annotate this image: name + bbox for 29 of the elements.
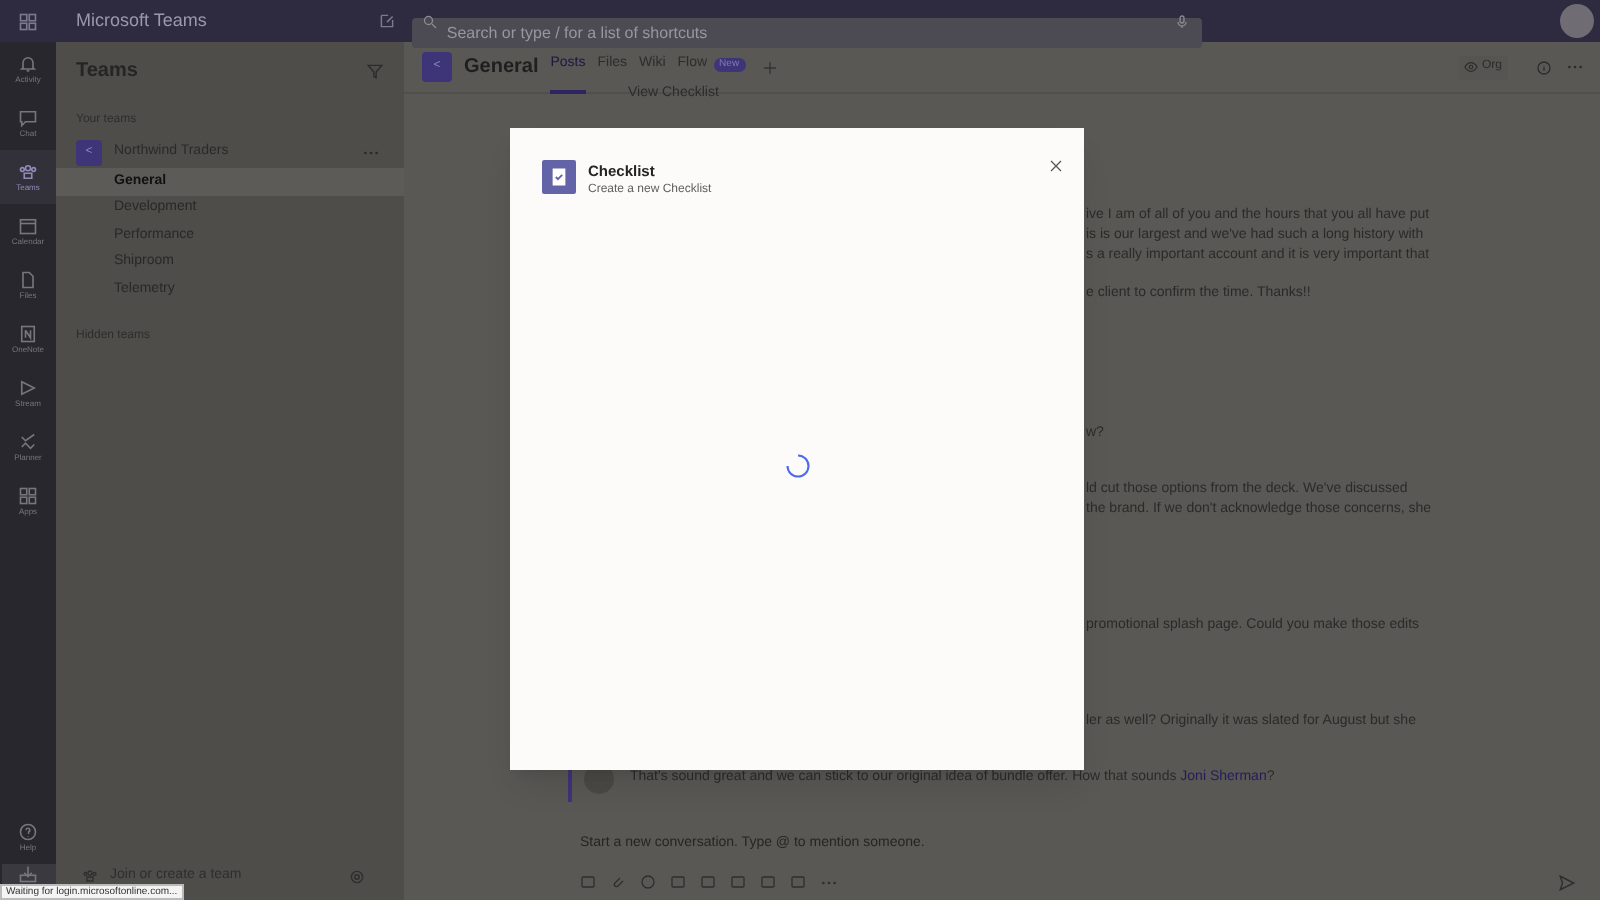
- app-launcher-icon[interactable]: [18, 11, 38, 31]
- download-icon: [18, 864, 38, 884]
- eye-icon: [1463, 60, 1478, 74]
- play-icon: [18, 377, 38, 397]
- chat-icon: [18, 107, 38, 127]
- search-icon: [422, 13, 439, 29]
- microphone-icon: [1174, 13, 1191, 29]
- search-field[interactable]: Search or type / for a list of shortcuts: [412, 18, 1203, 48]
- checklist-icon: [542, 160, 576, 194]
- avatar[interactable]: [1560, 4, 1594, 38]
- plus-icon[interactable]: [761, 59, 778, 75]
- grid-icon: [18, 485, 38, 505]
- help-icon: [18, 822, 38, 842]
- note-icon: [18, 323, 38, 343]
- calendar-icon: [18, 215, 38, 235]
- app-title: Microsoft Teams: [76, 7, 207, 34]
- people-add-icon: [82, 868, 98, 884]
- paperclip-icon[interactable]: [610, 874, 626, 890]
- bell-icon: [18, 53, 38, 73]
- compose-icon[interactable]: [378, 12, 397, 30]
- filter-icon[interactable]: [366, 61, 384, 79]
- send-icon[interactable]: [1558, 873, 1576, 891]
- channel-name: General: [464, 54, 539, 82]
- planner-icon: [18, 431, 38, 451]
- file-icon: [18, 269, 38, 289]
- download-button[interactable]: [1, 864, 55, 884]
- teams-icon: [18, 161, 38, 181]
- close-icon[interactable]: [1048, 158, 1064, 174]
- info-icon[interactable]: [1536, 59, 1552, 75]
